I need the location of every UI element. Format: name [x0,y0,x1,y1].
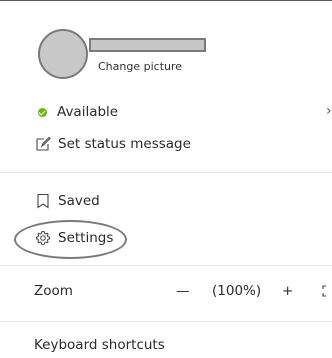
set-status-message-item[interactable]: Set status message [34,135,191,153]
section-divider [0,321,332,322]
top-divider [0,0,332,1]
section-divider [0,265,332,266]
keyboard-shortcuts-item[interactable]: Keyboard shortcuts [34,337,165,353]
avatar[interactable] [38,29,88,79]
bookmark-icon [34,192,52,210]
set-status-message-label: Set status message [58,136,191,152]
zoom-in-button[interactable]: + [282,283,293,299]
zoom-level: (100%) [212,283,262,299]
section-divider [0,172,332,173]
zoom-row: Zoom [34,283,73,299]
zoom-out-button[interactable]: — [176,283,190,299]
fullscreen-icon[interactable] [322,285,332,301]
edit-status-icon [34,135,52,153]
saved-item[interactable]: Saved [34,192,100,210]
settings-highlight-oval [14,220,127,259]
zoom-label: Zoom [34,283,73,299]
chevron-right-icon[interactable]: › [326,103,332,119]
available-check-icon [38,107,47,117]
available-label: Available [57,104,119,120]
saved-label: Saved [58,193,100,209]
redacted-user-name [89,38,206,52]
keyboard-shortcuts-label: Keyboard shortcuts [34,337,165,353]
available-status-item[interactable]: Available [38,104,118,120]
change-picture-link[interactable]: Change picture [98,60,182,73]
